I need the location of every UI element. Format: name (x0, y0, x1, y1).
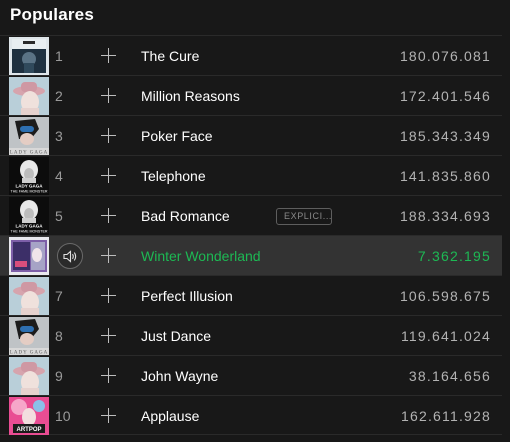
svg-text:ARTPOP: ARTPOP (16, 427, 41, 433)
track-name[interactable]: Just Dance (141, 316, 211, 356)
play-count: 119.641.024 (400, 328, 491, 344)
track-number: 4 (55, 168, 63, 184)
play-count: 188.334.693 (399, 208, 491, 224)
track-number: 2 (55, 88, 63, 104)
album-cover-single-cure (9, 37, 49, 75)
plus-icon[interactable] (100, 247, 118, 265)
plus-icon[interactable] (100, 127, 118, 145)
play-count: 106.598.675 (399, 288, 491, 304)
album-cover-artpop: ARTPOP (9, 397, 49, 435)
svg-text:LADY GAGA: LADY GAGA (16, 224, 44, 229)
svg-text:THE FAME MONSTER: THE FAME MONSTER (11, 190, 48, 194)
track-number: 1 (55, 48, 63, 64)
plus-icon[interactable] (100, 167, 118, 185)
album-cover-the-fame: LADY GAGA (9, 317, 49, 355)
play-count: 141.835.860 (399, 168, 491, 184)
play-count: 180.076.081 (399, 48, 491, 64)
track-number: 7 (55, 288, 63, 304)
album-cover-the-fame: LADY GAGA (9, 117, 49, 155)
play-count: 162.611.928 (400, 408, 491, 424)
track-row[interactable]: 1 The Cure 180.076.081 (0, 35, 502, 75)
album-cover-joanne (9, 357, 49, 395)
plus-icon[interactable] (100, 207, 118, 225)
play-count: 7.362.195 (417, 248, 491, 264)
track-name[interactable]: Perfect Illusion (141, 276, 233, 316)
plus-icon[interactable] (100, 407, 118, 425)
track-number: 5 (55, 208, 63, 224)
track-row[interactable]: LADY GAGA 3 Poker Face 185.343.349 (0, 115, 502, 155)
track-number: 8 (55, 328, 63, 344)
plus-icon[interactable] (100, 287, 118, 305)
track-name[interactable]: The Cure (141, 36, 199, 76)
play-count: 38.164.656 (408, 368, 491, 384)
plus-icon[interactable] (100, 87, 118, 105)
track-row[interactable]: 9 John Wayne 38.164.656 (0, 355, 502, 395)
track-name[interactable]: Million Reasons (141, 76, 240, 116)
track-name[interactable]: Poker Face (141, 116, 213, 156)
album-cover-the-fame-monster: LADY GAGA THE FAME MONSTER (9, 157, 49, 195)
section-title: Populares (10, 5, 94, 24)
svg-text:THE FAME MONSTER: THE FAME MONSTER (11, 230, 48, 234)
plus-icon[interactable] (100, 367, 118, 385)
play-count: 185.343.349 (399, 128, 491, 144)
track-row[interactable]: ARTPOP 10 Applause 162.611.928 (0, 395, 502, 435)
album-cover-the-fame-monster: LADY GAGA THE FAME MONSTER (9, 197, 49, 235)
track-number: 3 (55, 128, 63, 144)
album-cover-joanne (9, 277, 49, 315)
track-name[interactable]: John Wayne (141, 356, 218, 396)
album-cover-joanne (9, 77, 49, 115)
track-row[interactable]: LADY GAGA THE FAME MONSTER 5 Bad Romance EXP… (0, 195, 502, 235)
plus-icon[interactable] (100, 47, 118, 65)
track-number: 9 (55, 368, 63, 384)
svg-text:LADY GAGA: LADY GAGA (16, 184, 44, 189)
track-name[interactable]: Telephone (141, 156, 206, 196)
track-row[interactable]: Winter Wonderland 7.362.195 (0, 235, 502, 275)
track-row[interactable]: 2 Million Reasons 172.401.546 (0, 75, 502, 115)
track-name[interactable]: Bad Romance (141, 196, 230, 236)
track-name[interactable]: Winter Wonderland (141, 236, 261, 276)
track-row[interactable]: LADY GAGA 8 Just Dance 119.641.024 (0, 315, 502, 355)
explicit-badge: EXPLICI... (276, 208, 332, 225)
track-row[interactable]: LADY GAGA THE FAME MONSTER 4 Telephone 141.8… (0, 155, 502, 195)
popular-tracks-list: 1 The Cure 180.076.081 2 Million Reasons 172.… (0, 35, 502, 435)
track-name[interactable]: Applause (141, 396, 199, 436)
track-number: 10 (55, 408, 71, 424)
track-row[interactable]: 7 Perfect Illusion 106.598.675 (0, 275, 502, 315)
album-cover-holiday (9, 237, 49, 275)
speaker-icon[interactable] (57, 243, 83, 269)
plus-icon[interactable] (100, 327, 118, 345)
play-count: 172.401.546 (399, 88, 491, 104)
